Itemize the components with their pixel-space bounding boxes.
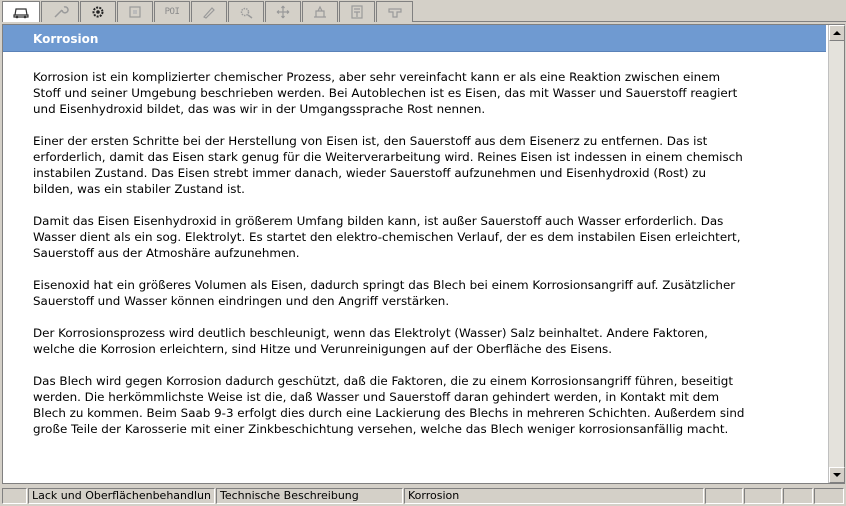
paragraph: Einer der ersten Schritte bei der Herste… — [33, 134, 743, 196]
module-icon — [129, 6, 141, 18]
tab-navigation[interactable] — [265, 1, 301, 22]
status-topic: Korrosion — [404, 488, 704, 504]
page-title: Korrosion — [33, 32, 99, 46]
tab-car-overview[interactable] — [2, 1, 40, 22]
tab-lift[interactable] — [302, 1, 338, 22]
status-section: Lack und Oberflächenbehandlun — [28, 488, 215, 504]
paragraph: Eisenoxid hat ein größeres Volumen als E… — [33, 278, 736, 308]
tab-documents[interactable] — [339, 1, 375, 22]
cog-icon — [240, 7, 253, 19]
tab-repair[interactable] — [191, 1, 227, 22]
paragraph: Das Blech wird gegen Korrosion dadurch g… — [33, 374, 745, 436]
document-icon — [351, 5, 363, 19]
gear-icon — [92, 6, 104, 18]
seat-icon — [387, 8, 402, 18]
tab-diagnostics[interactable] — [117, 1, 153, 22]
poi-label: POI — [164, 7, 180, 17]
paragraph: Damit das Eisen Eisenhydroxid in größere… — [33, 214, 741, 260]
tab-components[interactable] — [80, 1, 116, 22]
lift-icon — [314, 5, 326, 18]
status-category: Technische Beschreibung — [216, 488, 403, 504]
screwdriver-icon — [203, 7, 215, 19]
status-bar: Lack und Oberflächenbehandlun Technische… — [0, 486, 846, 506]
scroll-down-button[interactable] — [829, 467, 845, 483]
paragraph: Der Korrosionsprozess wird deutlich besc… — [33, 326, 708, 356]
tab-baseline — [413, 21, 846, 22]
status-cell-empty — [744, 488, 782, 504]
car-icon — [13, 8, 29, 19]
status-cell-empty — [2, 488, 27, 504]
vertical-scrollbar[interactable] — [828, 25, 845, 483]
wrench-icon — [54, 6, 69, 18]
tab-poi[interactable]: POI — [154, 1, 190, 22]
arrow-down-icon — [833, 473, 841, 477]
status-cell-empty — [705, 488, 743, 504]
status-cell-empty — [814, 488, 844, 504]
content-frame: Korrosion Korrosion ist ein komplizierte… — [2, 24, 845, 484]
move-icon — [276, 5, 290, 19]
paragraph: Korrosion ist ein komplizierter chemisch… — [33, 70, 738, 116]
tab-tools[interactable] — [41, 1, 79, 22]
scroll-up-button[interactable] — [829, 25, 845, 41]
status-cell-empty — [783, 488, 813, 504]
tab-settings[interactable] — [228, 1, 264, 22]
section-header: Korrosion — [3, 25, 826, 52]
toolbar: POI — [0, 0, 846, 23]
arrow-up-icon — [833, 31, 841, 35]
article-body: Korrosion ist ein komplizierter chemisch… — [33, 69, 823, 453]
tab-accessories[interactable] — [376, 1, 413, 22]
